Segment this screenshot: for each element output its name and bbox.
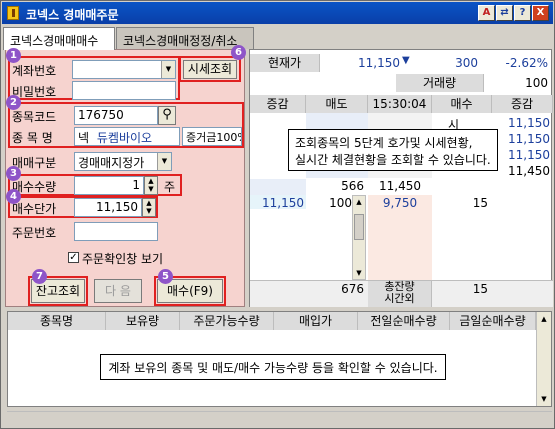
link-icon[interactable]: ⇄	[496, 5, 513, 21]
quote-info-line-1: 조회종목의 5단계 호가및 시세현황,	[295, 136, 473, 150]
row566-left	[250, 179, 306, 195]
trade-type-value: 경매매지정가	[78, 156, 145, 170]
col-stock-name: 종목명	[8, 312, 106, 330]
holdings-header: 종목명 보유량 주문가능수량 매입가 전일순매수량 금일순매수량	[8, 312, 536, 330]
price-label: 매수단가	[12, 202, 57, 216]
col-buy-price: 매입가	[274, 312, 358, 330]
stock-code-field[interactable]: 176750	[74, 106, 158, 125]
total-buy: 15	[472, 282, 488, 296]
change-rate: -2.62%	[505, 56, 548, 70]
badge-2: 2	[6, 95, 21, 110]
badge-3: 3	[6, 166, 21, 181]
volume-label: 거래량	[396, 74, 484, 92]
total-sell: 676	[341, 282, 364, 296]
col-sell: 매도	[306, 95, 368, 113]
badge-4: 4	[6, 189, 21, 204]
next-button[interactable]: 다 음	[94, 279, 142, 303]
scroll-down-icon[interactable]: ▼	[537, 392, 551, 406]
account-label: 계좌번호	[12, 64, 57, 78]
total-labels: 총잔량 시간외	[368, 281, 432, 307]
order-form-panel: 1 2 3 4 5 6 7 계좌번호 ▼ 시세조회 비밀번호 종목코드 1767…	[5, 45, 246, 307]
col-change-left: 증감	[250, 95, 306, 113]
row-mid-price: 9,750	[382, 196, 418, 210]
stock-code-label: 종목코드	[12, 110, 57, 124]
qty-field[interactable]: 1	[74, 176, 144, 195]
col-time: 15:30:04	[368, 95, 432, 113]
close-icon[interactable]: X	[532, 5, 549, 21]
current-price-label: 현재가	[250, 54, 320, 72]
badge-5: 5	[158, 269, 173, 284]
quote-info-box: 조회종목의 5단계 호가및 시세현황, 실시간 체결현황을 조회할 수 있습니다…	[288, 129, 498, 171]
order-no-label: 주문번호	[12, 226, 57, 240]
order-no-field[interactable]	[74, 222, 158, 241]
search-icon[interactable]: ⚲	[158, 106, 176, 125]
holdings-scrollbar[interactable]: ▲ ▼	[536, 312, 551, 406]
holdings-info-box: 계좌 보유의 종목 및 매도/매수 가능수량 등을 확인할 수 있습니다.	[100, 354, 446, 380]
trade-type-select[interactable]: 경매매지정가 ▼	[74, 152, 172, 171]
help-icon[interactable]: ?	[514, 5, 531, 21]
right-value-1: 11,150	[508, 116, 550, 130]
window-title: 코넥스 경매매주문	[26, 8, 119, 22]
chevron-down-icon: ▼	[161, 61, 175, 78]
font-size-icon[interactable]: A	[478, 5, 495, 21]
account-select[interactable]: ▼	[72, 60, 176, 79]
right-value-2: 11,150	[508, 132, 550, 146]
holdings-panel: 종목명 보유량 주문가능수량 매입가 전일순매수량 금일순매수량 ▲ ▼ 계좌 …	[7, 311, 552, 407]
chevron-down-icon: ▼	[157, 153, 171, 170]
vertical-scrollbar[interactable]: ▲ ▼	[352, 195, 366, 280]
qty-stepper[interactable]: ▲ ▼	[144, 176, 158, 195]
margin-rate: 증거금100%	[182, 127, 242, 146]
qty-unit: 주	[164, 180, 176, 194]
order-window: 코넥스 경매매주문 A ⇄ ? X 코넥스경매매매수 코넥스경매매정정/취소 1…	[0, 0, 555, 429]
quote-info-line-2: 실시간 체결현황을 조회할 수 있습니다.	[295, 153, 491, 167]
confirm-checkbox[interactable]: ✓	[68, 252, 79, 263]
col-today-net-buy: 금일순매수량	[450, 312, 536, 330]
col-orderable: 주문가능수량	[180, 312, 274, 330]
scroll-thumb[interactable]	[354, 214, 364, 240]
col-buy: 매수	[432, 95, 492, 113]
badge-7: 7	[32, 269, 47, 284]
col-holdings: 보유량	[106, 312, 180, 330]
title-bar: 코넥스 경매매주문 A ⇄ ? X	[2, 2, 553, 24]
app-icon	[7, 6, 19, 20]
status-bar	[7, 411, 552, 425]
row-mid-sell: 100	[329, 196, 352, 210]
confirm-label: 주문확인창 보기	[82, 252, 164, 266]
market-prefix: 넥	[78, 131, 90, 145]
col-prev-net-buy: 전일순매수량	[358, 312, 450, 330]
right-value-3: 11,150	[508, 148, 550, 162]
scroll-up-icon[interactable]: ▲	[537, 312, 551, 326]
change-value: 300	[455, 56, 478, 70]
col-change-right: 증감	[492, 95, 553, 113]
stock-name-value: 듀켐바이오	[96, 131, 153, 145]
scroll-down-icon[interactable]: ▼	[353, 267, 365, 279]
total-label-2: 시간외	[384, 292, 415, 305]
scroll-up-icon[interactable]: ▲	[353, 196, 365, 208]
row-mid-left: 11,150	[262, 196, 304, 210]
tab-buy[interactable]: 코넥스경매매매수	[3, 27, 115, 50]
right-value-4: 11,450	[508, 164, 550, 178]
down-arrow-icon: ▼	[402, 55, 410, 66]
quote-panel: 현재가 11,150 ▼ 300 -2.62% 거래량 100 증감 매도 15…	[246, 48, 553, 307]
row566-price: 11,450	[379, 179, 421, 193]
stock-name-label: 종 목 명	[12, 131, 53, 145]
stock-name-field: 넥 듀켐바이오	[74, 127, 180, 146]
badge-1: 1	[6, 48, 21, 63]
row-mid-buy: 15	[472, 196, 488, 210]
password-field[interactable]	[72, 81, 176, 100]
volume-value: 100	[525, 76, 548, 90]
price-stepper[interactable]: ▲ ▼	[142, 198, 156, 217]
price-field[interactable]: 11,150	[74, 198, 142, 217]
quote-button[interactable]: 시세조회	[183, 60, 237, 79]
current-price-value: 11,150	[358, 56, 400, 70]
row566-sell: 566	[341, 179, 364, 193]
badge-6: 6	[231, 45, 246, 60]
